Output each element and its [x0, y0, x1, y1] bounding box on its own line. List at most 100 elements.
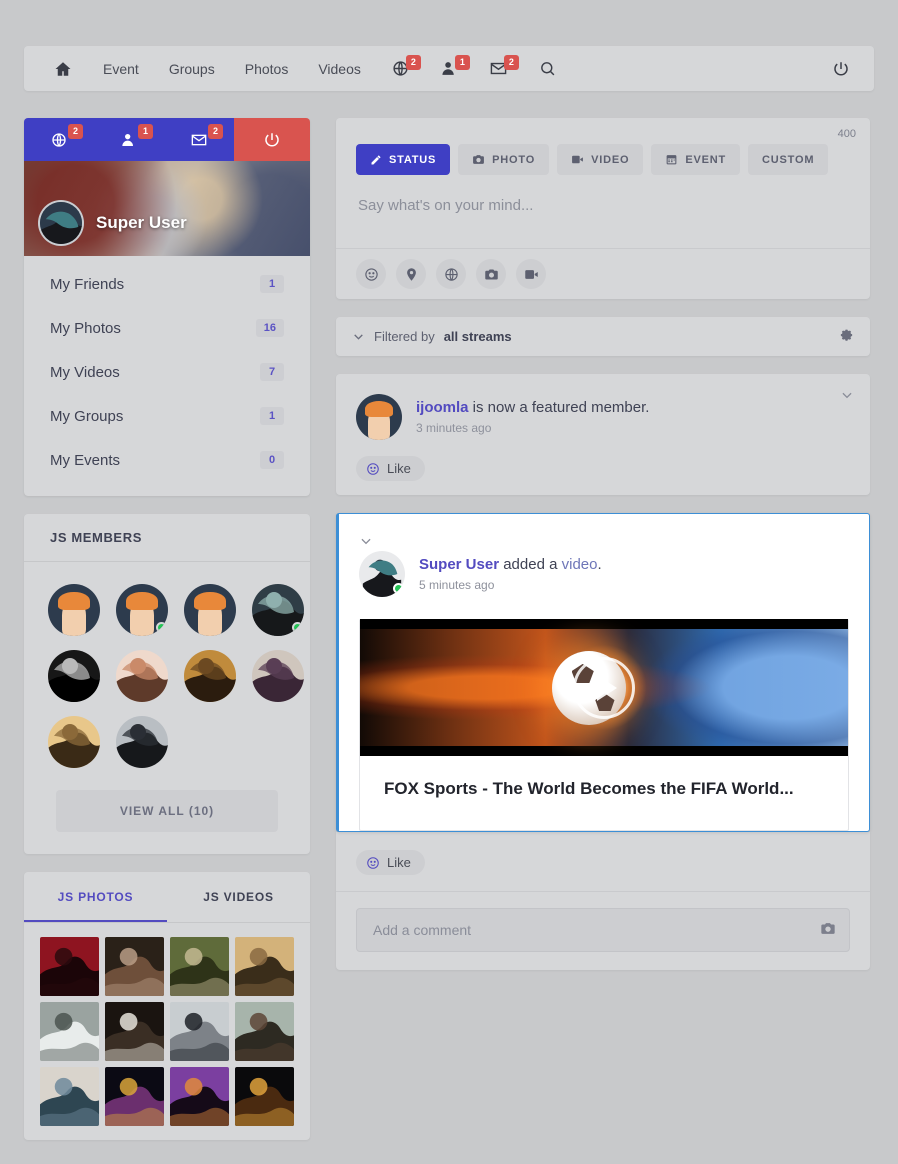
composer-tab-video-label: VIDEO — [591, 153, 630, 166]
nav-home[interactable] — [38, 46, 88, 91]
page-root: Event Groups Photos Videos 2 1 2 2 1 2 S… — [0, 0, 898, 1164]
photo-avatar-art — [48, 650, 100, 702]
post-text: ijoomla is now a featured member. — [416, 394, 649, 418]
menu-item-my-videos[interactable]: My Videos 7 — [24, 350, 310, 394]
photo-thumbnail[interactable] — [170, 1067, 229, 1126]
chevron-down-icon[interactable] — [352, 330, 365, 343]
camera-icon[interactable] — [820, 921, 836, 940]
post-options-chevron-icon[interactable] — [359, 535, 373, 551]
member-avatar[interactable] — [48, 716, 100, 768]
nav-videos[interactable]: Videos — [303, 46, 376, 91]
member-avatar[interactable] — [184, 584, 236, 636]
video-title[interactable]: FOX Sports - The World Becomes the FIFA … — [360, 756, 848, 830]
nav-search[interactable] — [523, 46, 572, 91]
photo-button[interactable] — [476, 259, 506, 289]
member-avatar[interactable] — [252, 584, 304, 636]
profile-friend-requests[interactable]: 1 — [115, 123, 153, 148]
photo-art — [235, 1067, 294, 1126]
play-button[interactable] — [573, 656, 635, 719]
photo-thumbnail[interactable] — [235, 1067, 294, 1126]
photo-thumbnail[interactable] — [235, 1002, 294, 1061]
nav-event-label: Event — [103, 60, 139, 77]
photo-art — [170, 1002, 229, 1061]
photo-thumbnail[interactable] — [105, 1067, 164, 1126]
member-avatar[interactable] — [116, 584, 168, 636]
like-button[interactable]: Like — [356, 456, 425, 481]
photo-avatar-art — [116, 716, 168, 768]
video-thumbnail[interactable] — [360, 619, 848, 756]
avatar[interactable] — [356, 394, 402, 440]
photo-art — [170, 937, 229, 996]
nav-notifications[interactable]: 2 — [376, 46, 425, 91]
tab-js-photos[interactable]: JS PHOTOS — [24, 872, 167, 922]
avatar[interactable] — [359, 551, 405, 597]
composer-tab-status[interactable]: STATUS — [356, 144, 451, 175]
composer-tab-photo[interactable]: PHOTO — [458, 144, 550, 175]
post-options-chevron-icon[interactable] — [840, 388, 854, 405]
post-author[interactable]: ijoomla — [416, 399, 469, 416]
profile-quicknav: 2 1 2 — [24, 118, 310, 161]
friend-request-icon — [121, 132, 137, 148]
status-input[interactable]: Say what's on your mind... — [336, 175, 870, 248]
messages-badge: 2 — [503, 55, 519, 70]
menu-item-my-photos[interactable]: My Photos 16 — [24, 306, 310, 350]
like-button[interactable]: Like — [356, 850, 425, 876]
composer-tab-event[interactable]: EVENT — [651, 144, 741, 175]
logout-button[interactable] — [822, 60, 860, 78]
nav-groups[interactable]: Groups — [154, 46, 230, 91]
composer-toolbar — [336, 248, 870, 299]
post-text-tail: . — [597, 556, 602, 573]
post-link[interactable]: video — [562, 556, 598, 573]
composer-tab-video[interactable]: VIDEO — [557, 144, 644, 175]
photo-art — [105, 937, 164, 996]
stream-filter-bar[interactable]: Filtered by all streams — [336, 317, 870, 356]
pencil-icon — [370, 154, 382, 166]
photo-thumbnail[interactable] — [105, 1002, 164, 1061]
photo-grid — [24, 923, 310, 1140]
post-author[interactable]: Super User — [419, 556, 499, 573]
privacy-button[interactable] — [436, 259, 466, 289]
location-button[interactable] — [396, 259, 426, 289]
member-avatar[interactable] — [116, 716, 168, 768]
menu-item-my-friends[interactable]: My Friends 1 — [24, 262, 310, 306]
gear-icon[interactable] — [839, 329, 854, 344]
avatar[interactable] — [38, 200, 84, 246]
menu-label: My Events — [50, 451, 121, 469]
photo-thumbnail[interactable] — [40, 1002, 99, 1061]
tab-js-videos[interactable]: JS VIDEOS — [167, 872, 310, 922]
post-body: ijoomla is now a featured member. 3 minu… — [416, 394, 649, 435]
menu-item-my-events[interactable]: My Events 0 — [24, 438, 310, 482]
member-avatar[interactable] — [252, 650, 304, 702]
photo-thumbnail[interactable] — [170, 1002, 229, 1061]
nav-friend-requests[interactable]: 1 — [425, 46, 474, 91]
emoji-button[interactable] — [356, 259, 386, 289]
nav-messages[interactable]: 2 — [474, 46, 523, 91]
profile-messages[interactable]: 2 — [185, 123, 223, 148]
member-avatar[interactable] — [48, 584, 100, 636]
video-button[interactable] — [516, 259, 546, 289]
view-all-members-button[interactable]: VIEW ALL (10) — [56, 790, 278, 832]
member-avatar[interactable] — [116, 650, 168, 702]
nav-photos[interactable]: Photos — [230, 46, 304, 91]
photo-thumbnail[interactable] — [40, 937, 99, 996]
nav-event[interactable]: Event — [88, 46, 154, 91]
photo-thumbnail[interactable] — [40, 1067, 99, 1126]
members-card: JS MEMBERS VIEW ALL (10) — [24, 514, 310, 854]
menu-count: 1 — [260, 407, 284, 425]
globe-icon — [51, 132, 67, 148]
envelope-icon — [191, 132, 207, 148]
photo-thumbnail[interactable] — [170, 937, 229, 996]
comment-input[interactable]: Add a comment — [356, 908, 850, 953]
menu-item-my-groups[interactable]: My Groups 1 — [24, 394, 310, 438]
member-avatar[interactable] — [48, 650, 100, 702]
composer-tab-custom[interactable]: CUSTOM — [748, 144, 829, 175]
online-indicator — [393, 583, 404, 594]
photo-thumbnail[interactable] — [235, 937, 294, 996]
smiley-icon — [366, 462, 380, 476]
profile-logout-button[interactable] — [234, 118, 310, 161]
menu-count: 0 — [260, 451, 284, 469]
profile-notifications[interactable]: 2 — [45, 123, 83, 148]
member-avatar[interactable] — [184, 650, 236, 702]
photo-thumbnail[interactable] — [105, 937, 164, 996]
menu-label: My Photos — [50, 319, 121, 337]
